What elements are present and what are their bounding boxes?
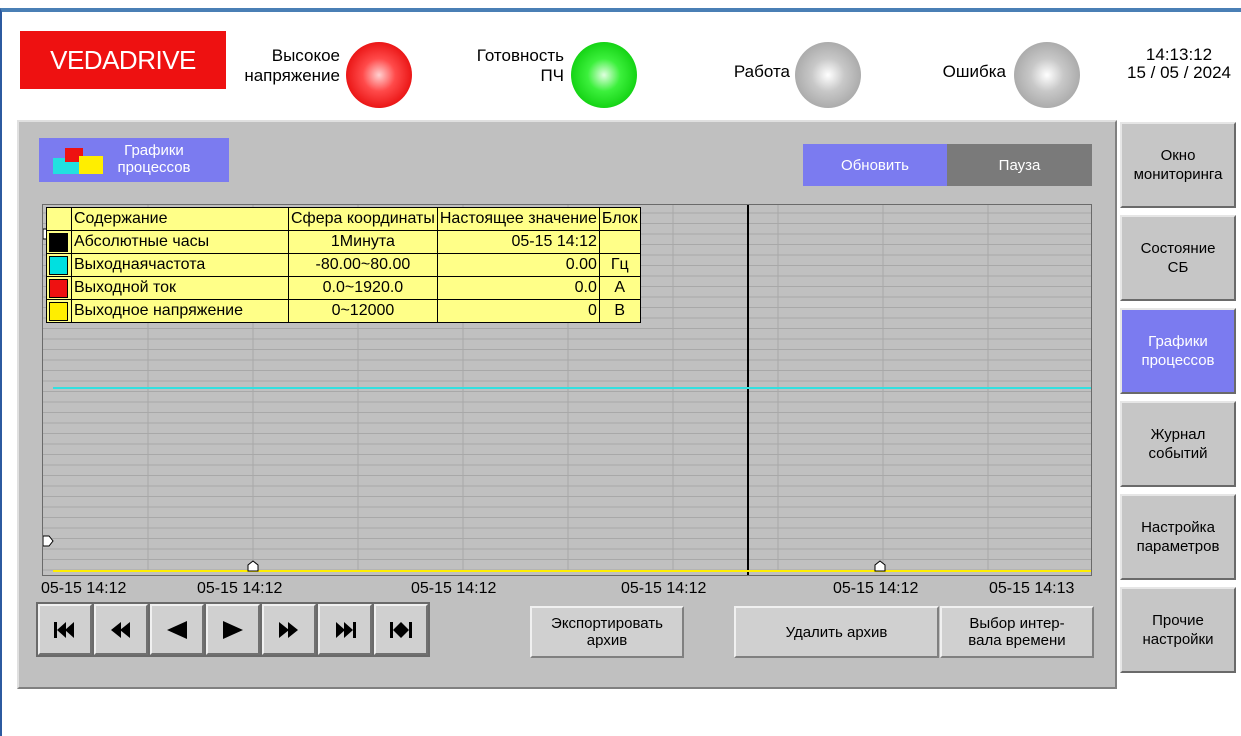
nav-other-settings[interactable]: Прочие настройки bbox=[1120, 587, 1236, 673]
legend-swatch-cell bbox=[46, 276, 72, 300]
legend-value: 0 bbox=[436, 299, 600, 323]
pause-button[interactable]: Пауза bbox=[947, 144, 1092, 186]
high-voltage-lamp-icon bbox=[346, 42, 412, 108]
export-archive-button[interactable]: Экспортировать архив bbox=[530, 606, 684, 658]
ready-lamp-icon bbox=[571, 42, 637, 108]
nav-process-charts[interactable]: Графики процессов bbox=[1120, 308, 1236, 394]
error-lamp-icon bbox=[1014, 42, 1080, 108]
clock-time: 14:13:12 bbox=[1145, 45, 1213, 64]
play-back-icon bbox=[167, 620, 187, 639]
legend-name: Выходное напряжение bbox=[71, 299, 289, 323]
legend-header: Настоящее значение bbox=[436, 207, 600, 231]
legend-name: Абсолютные часы bbox=[71, 230, 289, 254]
go-last-button[interactable] bbox=[318, 604, 372, 655]
x-tick-label: 05-15 14:12 bbox=[197, 580, 283, 597]
select-interval-button[interactable]: Выбор интер-вала времени bbox=[940, 606, 1094, 658]
legend-range: 0.0~1920.0 bbox=[288, 276, 438, 300]
clock-date: 15 / 05 / 2024 bbox=[1127, 63, 1231, 82]
legend-swatch-cell bbox=[46, 299, 72, 323]
x-tick-label: 05-15 14:12 bbox=[833, 580, 919, 597]
legend-row: Абсолютные часы 1Минута 05-15 14:12 bbox=[46, 230, 641, 254]
page-title: Графики процессов bbox=[39, 138, 229, 182]
skip-to-end-icon bbox=[336, 621, 356, 638]
legend-range: 1Минута bbox=[288, 230, 438, 254]
legend-value: 0.0 bbox=[436, 276, 600, 300]
x-tick-label: 05-15 14:13 bbox=[989, 580, 1075, 597]
legend-swatch bbox=[49, 255, 68, 275]
x-tick-label: 05-15 14:12 bbox=[411, 580, 497, 597]
legend-value: 0.00 bbox=[436, 253, 600, 277]
x-tick-label: 05-15 14:12 bbox=[41, 580, 127, 597]
legend-row: Выходнаячастота -80.00~80.00 0.00 Гц bbox=[46, 253, 641, 277]
legend-unit: A bbox=[598, 276, 641, 300]
legend-header: Содержание bbox=[71, 207, 289, 231]
indicator-label-high-voltage: Высокое напряжение bbox=[244, 46, 340, 85]
legend-name: Выходнаячастота bbox=[71, 253, 289, 277]
clock: 14:13:12 15 / 05 / 2024 bbox=[1122, 46, 1236, 82]
legend-swatch-cell bbox=[46, 230, 72, 254]
legend-header-blank bbox=[46, 207, 72, 231]
legend-swatch-cell bbox=[46, 253, 72, 277]
legend-swatch bbox=[49, 278, 68, 298]
jump-to-now-icon bbox=[390, 621, 412, 638]
trend-chart[interactable]: Содержание Сфера координаты Настоящее зн… bbox=[42, 204, 1092, 576]
legend-header-row: Содержание Сфера координаты Настоящее зн… bbox=[46, 207, 641, 231]
legend-swatch bbox=[49, 301, 68, 321]
indicator-label-ready: Готовность ПЧ bbox=[476, 46, 564, 85]
playback-controls bbox=[36, 602, 430, 657]
indicator-label-run: Работа bbox=[733, 62, 790, 81]
nav-monitoring[interactable]: Окно мониторинга bbox=[1120, 122, 1236, 208]
legend-header: Сфера координаты bbox=[288, 207, 438, 231]
legend-range: 0~12000 bbox=[288, 299, 438, 323]
refresh-button[interactable]: Обновить bbox=[803, 144, 947, 186]
legend-value: 05-15 14:12 bbox=[436, 230, 600, 254]
nav-status[interactable]: Состояние СБ bbox=[1120, 215, 1236, 301]
brand-logo: VEDADRIVE bbox=[20, 31, 226, 89]
fast-forward-icon bbox=[279, 621, 298, 638]
app-frame: VEDADRIVE Высокое напряжение Готовность ПЧ… bbox=[0, 8, 1241, 736]
legend-row: Выходной ток 0.0~1920.0 0.0 A bbox=[46, 276, 641, 300]
rewind-icon bbox=[111, 621, 130, 638]
page-title-text: Графики процессов bbox=[117, 142, 191, 176]
go-now-button[interactable] bbox=[374, 604, 428, 655]
legend-unit bbox=[598, 230, 641, 254]
nav-parameters[interactable]: Настройка параметров bbox=[1120, 494, 1236, 580]
indicator-label-error: Ошибка bbox=[942, 62, 1006, 81]
legend-range: -80.00~80.00 bbox=[288, 253, 438, 277]
range-start-marker-icon bbox=[247, 560, 259, 572]
legend-header: Блок bbox=[598, 207, 641, 231]
nav-event-log[interactable]: Журнал событий bbox=[1120, 401, 1236, 487]
legend-row: Выходное напряжение 0~12000 0 B bbox=[46, 299, 641, 323]
fast-forward-button[interactable] bbox=[262, 604, 316, 655]
delete-archive-button[interactable]: Удалить архив bbox=[734, 606, 939, 658]
run-lamp-icon bbox=[795, 42, 861, 108]
legend-unit: B bbox=[598, 299, 641, 323]
fast-back-button[interactable] bbox=[94, 604, 148, 655]
trend-panel: Графики процессов Обновить Пауза Содержан… bbox=[17, 120, 1117, 689]
step-back-button[interactable] bbox=[150, 604, 204, 655]
go-first-button[interactable] bbox=[38, 604, 92, 655]
play-icon bbox=[223, 620, 243, 639]
skip-to-start-icon bbox=[54, 621, 74, 638]
legend-swatch bbox=[49, 232, 68, 252]
legend-unit: Гц bbox=[598, 253, 641, 277]
legend-name: Выходной ток bbox=[71, 276, 289, 300]
legend-table: Содержание Сфера координаты Настоящее зн… bbox=[46, 207, 641, 323]
bottom-marker-icon bbox=[43, 535, 54, 547]
x-tick-label: 05-15 14:12 bbox=[621, 580, 707, 597]
step-forward-button[interactable] bbox=[206, 604, 260, 655]
status-bar: VEDADRIVE Высокое напряжение Готовность ПЧ… bbox=[2, 12, 1241, 116]
